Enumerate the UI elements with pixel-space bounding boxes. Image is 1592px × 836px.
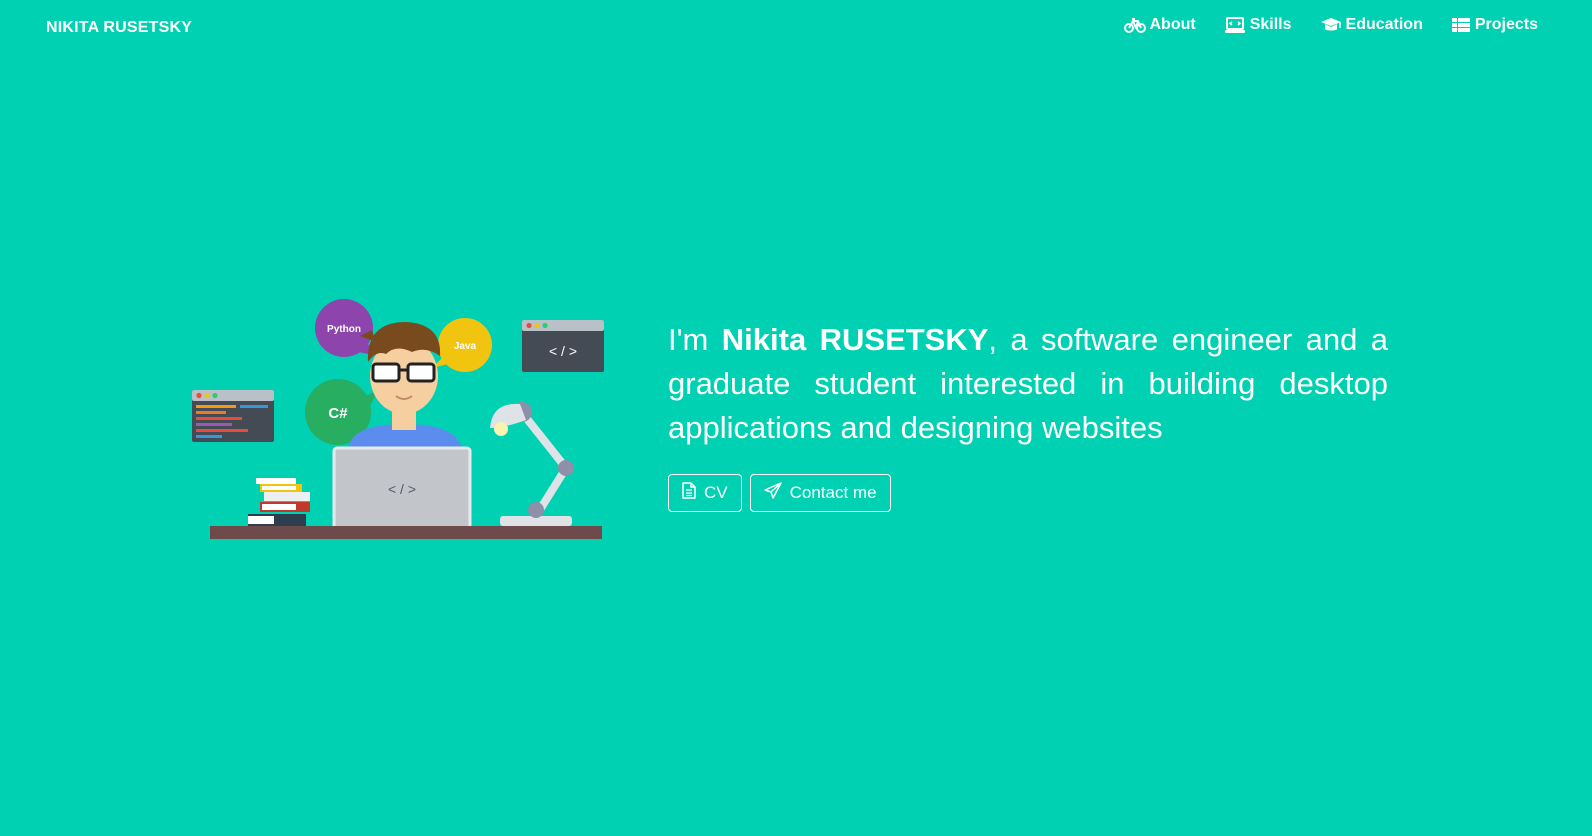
contact-me-button-label: Contact me xyxy=(789,483,877,502)
navbar: NIKITA RUSETSKY About Skills Education P… xyxy=(0,0,1592,58)
hero-buttons: CV Contact me xyxy=(668,474,1388,512)
java-bubble-label: Java xyxy=(454,341,477,352)
brand-link[interactable]: NIKITA RUSETSKY xyxy=(46,19,192,37)
books-icon xyxy=(248,478,310,526)
laptop-code-icon xyxy=(1224,16,1246,34)
developer-illustration: < / > Python Java C# < / > xyxy=(190,298,610,544)
laptop-icon: < / > xyxy=(332,446,472,530)
csharp-bubble-label: C# xyxy=(328,405,348,422)
file-icon xyxy=(682,482,696,504)
code-window-left-icon xyxy=(192,390,274,442)
nav-item-projects[interactable]: Projects xyxy=(1451,16,1538,34)
nav-item-about[interactable]: About xyxy=(1123,16,1196,34)
page: NIKITA RUSETSKY About Skills Education P… xyxy=(0,0,1592,836)
nav-label-education: Education xyxy=(1345,16,1423,33)
paper-plane-icon xyxy=(763,482,782,504)
nav-label-about: About xyxy=(1149,16,1196,33)
hero-line-1: I'm Nikita RUSETSKY, a software engineer… xyxy=(668,318,1388,362)
nav-item-skills[interactable]: Skills xyxy=(1224,16,1292,34)
hero-name: Nikita RUSETSKY xyxy=(721,322,989,357)
hero-line-3: applications and designing websites xyxy=(668,410,1163,445)
hero-line-2: graduate student interested in building … xyxy=(668,366,1388,401)
bicycle-icon xyxy=(1123,16,1146,34)
code-window-label: < / > xyxy=(549,343,577,359)
cv-button[interactable]: CV xyxy=(668,474,742,512)
cv-button-label: CV xyxy=(704,483,728,502)
desk-lamp-icon xyxy=(490,402,574,526)
nav-item-education[interactable]: Education xyxy=(1320,16,1423,34)
nav-label-skills: Skills xyxy=(1249,16,1292,33)
hero-prefix: I'm xyxy=(668,322,722,357)
hero-line1-suffix: , a software engineer and a xyxy=(988,322,1389,357)
list-icon xyxy=(1451,16,1471,34)
graduation-cap-icon xyxy=(1320,16,1342,34)
hero-intro: I'm Nikita RUSETSKY, a software engineer… xyxy=(668,318,1388,512)
python-bubble-label: Python xyxy=(327,324,361,335)
contact-me-button[interactable]: Contact me xyxy=(749,474,891,512)
nav-menu: About Skills Education Projects xyxy=(1123,16,1538,34)
desk-surface xyxy=(210,526,602,539)
nav-label-projects: Projects xyxy=(1474,16,1538,33)
code-window-right-icon: < / > xyxy=(522,320,604,372)
java-bubble: Java xyxy=(432,318,492,372)
laptop-label: < / > xyxy=(388,481,416,497)
